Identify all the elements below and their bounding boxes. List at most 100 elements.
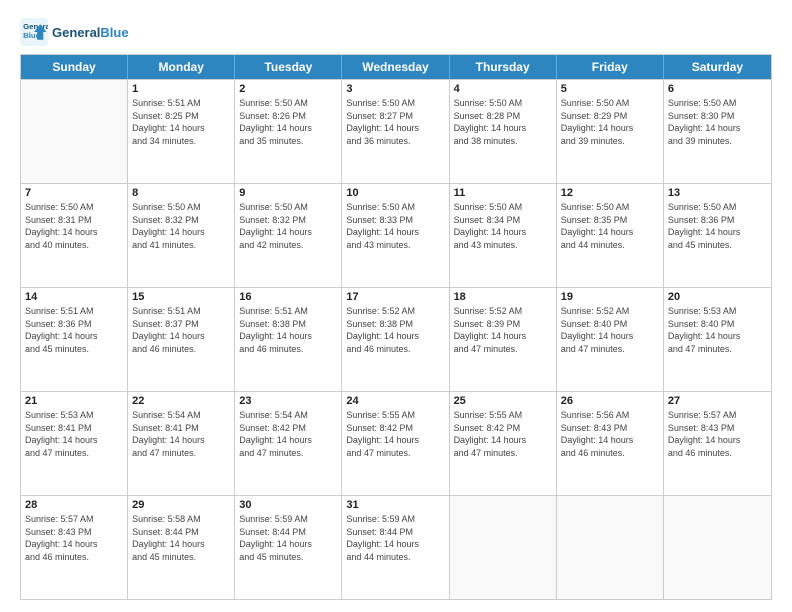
cell-info-line: Sunrise: 5:57 AM — [25, 513, 123, 526]
cell-info-line: Daylight: 14 hours — [239, 226, 337, 239]
cell-info-line: Daylight: 14 hours — [454, 122, 552, 135]
calendar-cell: 18 Sunrise: 5:52 AMSunset: 8:39 PMDayligh… — [450, 288, 557, 391]
cell-info-line: Sunset: 8:32 PM — [239, 214, 337, 227]
calendar-cell — [450, 496, 557, 599]
header-day-friday: Friday — [557, 55, 664, 79]
cell-info-line: Sunrise: 5:50 AM — [454, 201, 552, 214]
cell-info-line: Sunset: 8:39 PM — [454, 318, 552, 331]
cell-info-line: Sunrise: 5:58 AM — [132, 513, 230, 526]
cell-info-line: Daylight: 14 hours — [561, 122, 659, 135]
cell-info-line: Sunrise: 5:52 AM — [454, 305, 552, 318]
calendar-row-1: 7Sunrise: 5:50 AMSunset: 8:31 PMDaylight… — [21, 183, 771, 287]
header-day-saturday: Saturday — [664, 55, 771, 79]
cell-info-line: Sunset: 8:26 PM — [239, 110, 337, 123]
calendar-cell: 13Sunrise: 5:50 AMSunset: 8:36 PMDayligh… — [664, 184, 771, 287]
cell-info-line: and 47 minutes. — [668, 343, 767, 356]
cell-info-line: Sunrise: 5:50 AM — [561, 201, 659, 214]
cell-info-line: Sunrise: 5:50 AM — [668, 97, 767, 110]
cell-info-line: and 34 minutes. — [132, 135, 230, 148]
cell-info-line: Sunset: 8:42 PM — [239, 422, 337, 435]
calendar-cell: 17Sunrise: 5:52 AMSunset: 8:38 PMDayligh… — [342, 288, 449, 391]
cell-info-line: Daylight: 14 hours — [346, 226, 444, 239]
cell-info-line: and 47 minutes. — [454, 447, 552, 460]
calendar-cell: 2 Sunrise: 5:50 AMSunset: 8:26 PMDaylight… — [235, 80, 342, 183]
cell-info-line: Sunrise: 5:51 AM — [239, 305, 337, 318]
cell-info-line: and 46 minutes. — [239, 343, 337, 356]
cell-info-line: and 47 minutes. — [132, 447, 230, 460]
cell-info-line: and 47 minutes. — [561, 343, 659, 356]
cell-info-line: Sunrise: 5:50 AM — [25, 201, 123, 214]
header-day-sunday: Sunday — [21, 55, 128, 79]
cell-info-line: and 47 minutes. — [454, 343, 552, 356]
calendar-row-0: 1Sunrise: 5:51 AMSunset: 8:25 PMDaylight… — [21, 79, 771, 183]
day-number: 16 — [239, 291, 337, 303]
calendar-cell: 30Sunrise: 5:59 AMSunset: 8:44 PMDayligh… — [235, 496, 342, 599]
cell-info-line: Sunrise: 5:50 AM — [239, 97, 337, 110]
day-number: 5 — [561, 83, 659, 95]
day-number: 1 — [132, 83, 230, 95]
cell-info-line: Daylight: 14 hours — [561, 226, 659, 239]
logo-icon: General Blue — [20, 18, 48, 46]
cell-info-line: and 42 minutes. — [239, 239, 337, 252]
cell-info-line: Sunrise: 5:53 AM — [25, 409, 123, 422]
day-number: 15 — [132, 291, 230, 303]
cell-info-line: Sunrise: 5:59 AM — [346, 513, 444, 526]
cell-info-line: Daylight: 14 hours — [239, 122, 337, 135]
cell-info-line: Sunset: 8:44 PM — [132, 526, 230, 539]
calendar: SundayMondayTuesdayWednesdayThursdayFrid… — [20, 54, 772, 600]
day-number: 24 — [346, 395, 444, 407]
calendar-cell: 28Sunrise: 5:57 AMSunset: 8:43 PMDayligh… — [21, 496, 128, 599]
day-number: 22 — [132, 395, 230, 407]
logo: General Blue GeneralBlue — [20, 18, 129, 46]
cell-info-line: Sunset: 8:38 PM — [346, 318, 444, 331]
cell-info-line: Daylight: 14 hours — [561, 434, 659, 447]
cell-info-line: Sunset: 8:25 PM — [132, 110, 230, 123]
day-number: 14 — [25, 291, 123, 303]
page: General Blue GeneralBlue SundayMondayTue… — [0, 0, 792, 612]
day-number: 9 — [239, 187, 337, 199]
cell-info-line: Sunset: 8:37 PM — [132, 318, 230, 331]
calendar-cell: 7Sunrise: 5:50 AMSunset: 8:31 PMDaylight… — [21, 184, 128, 287]
cell-info-line: and 44 minutes. — [346, 551, 444, 564]
cell-info-line: Daylight: 14 hours — [132, 434, 230, 447]
cell-info-line: Sunset: 8:41 PM — [132, 422, 230, 435]
cell-info-line: and 46 minutes. — [561, 447, 659, 460]
cell-info-line: and 43 minutes. — [454, 239, 552, 252]
calendar-cell: 20Sunrise: 5:53 AMSunset: 8:40 PMDayligh… — [664, 288, 771, 391]
cell-info-line: Sunset: 8:40 PM — [561, 318, 659, 331]
cell-info-line: Sunset: 8:44 PM — [239, 526, 337, 539]
calendar-header: SundayMondayTuesdayWednesdayThursdayFrid… — [21, 55, 771, 79]
cell-info-line: Sunrise: 5:59 AM — [239, 513, 337, 526]
day-number: 19 — [561, 291, 659, 303]
calendar-row-4: 28Sunrise: 5:57 AMSunset: 8:43 PMDayligh… — [21, 495, 771, 599]
day-number: 7 — [25, 187, 123, 199]
cell-info-line: Sunrise: 5:53 AM — [668, 305, 767, 318]
day-number: 18 — [454, 291, 552, 303]
day-number: 23 — [239, 395, 337, 407]
cell-info-line: and 38 minutes. — [454, 135, 552, 148]
calendar-cell: 31Sunrise: 5:59 AMSunset: 8:44 PMDayligh… — [342, 496, 449, 599]
calendar-cell: 21Sunrise: 5:53 AMSunset: 8:41 PMDayligh… — [21, 392, 128, 495]
cell-info-line: Daylight: 14 hours — [668, 226, 767, 239]
calendar-cell: 8Sunrise: 5:50 AMSunset: 8:32 PMDaylight… — [128, 184, 235, 287]
day-number: 2 — [239, 83, 337, 95]
day-number: 27 — [668, 395, 767, 407]
cell-info-line: Daylight: 14 hours — [454, 330, 552, 343]
cell-info-line: Sunrise: 5:56 AM — [561, 409, 659, 422]
cell-info-line: Sunset: 8:27 PM — [346, 110, 444, 123]
calendar-cell: 1Sunrise: 5:51 AMSunset: 8:25 PMDaylight… — [128, 80, 235, 183]
calendar-cell — [557, 496, 664, 599]
cell-info-line: Sunset: 8:34 PM — [454, 214, 552, 227]
cell-info-line: Sunset: 8:28 PM — [454, 110, 552, 123]
cell-info-line: Daylight: 14 hours — [25, 434, 123, 447]
day-number: 6 — [668, 83, 767, 95]
cell-info-line: Daylight: 14 hours — [132, 122, 230, 135]
cell-info-line: Sunset: 8:29 PM — [561, 110, 659, 123]
calendar-row-2: 14Sunrise: 5:51 AMSunset: 8:36 PMDayligh… — [21, 287, 771, 391]
cell-info-line: and 45 minutes. — [25, 343, 123, 356]
cell-info-line: Sunrise: 5:50 AM — [561, 97, 659, 110]
cell-info-line: and 46 minutes. — [668, 447, 767, 460]
logo-text: GeneralBlue — [52, 25, 129, 40]
day-number: 20 — [668, 291, 767, 303]
cell-info-line: and 36 minutes. — [346, 135, 444, 148]
